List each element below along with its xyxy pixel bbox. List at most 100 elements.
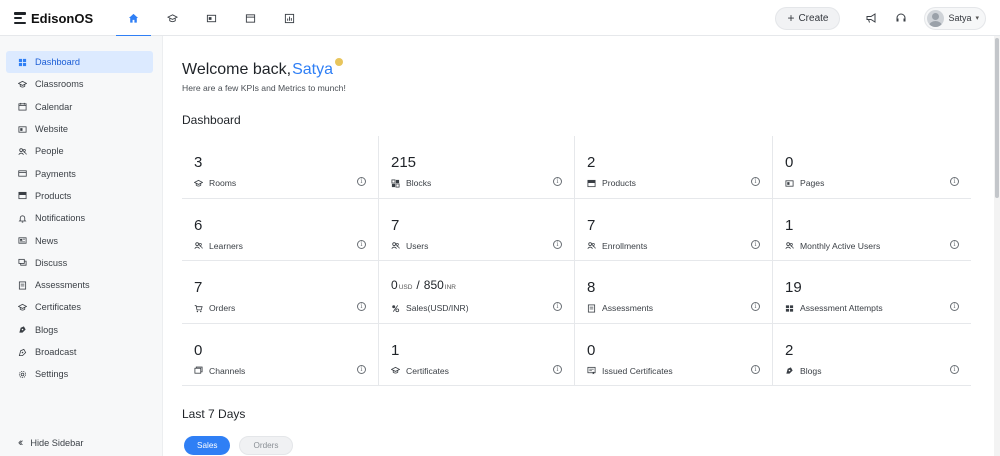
info-icon[interactable]: i — [553, 364, 562, 374]
dashboard-title: Dashboard — [182, 113, 241, 127]
kpi-card-monthly-active-users[interactable]: 1 Monthly Active Users i — [773, 199, 971, 261]
user-name: Satya — [948, 13, 972, 23]
sidebar-item-settings[interactable]: Settings — [6, 363, 153, 385]
nav-website[interactable] — [192, 0, 231, 36]
tab-orders[interactable]: Orders — [239, 436, 293, 455]
sidebar-item-news[interactable]: News — [6, 229, 153, 251]
kpi-value: 215 — [391, 154, 417, 171]
brand-logo[interactable]: EdisonOS — [14, 10, 93, 26]
kpi-value: 3 — [194, 154, 203, 171]
info-icon[interactable]: i — [751, 302, 760, 311]
kpi-card-channels[interactable]: 0 Channels i — [182, 323, 379, 386]
user-menu[interactable]: Satya ▾ — [924, 6, 986, 30]
sidebar-item-products[interactable]: Products — [6, 185, 153, 207]
sidebar-item-broadcast[interactable]: Broadcast — [6, 341, 153, 363]
sidebar-item-assessments[interactable]: Assessments — [6, 274, 153, 296]
info-icon[interactable]: i — [950, 239, 959, 249]
info-icon[interactable]: i — [357, 239, 366, 249]
info-icon[interactable]: i — [950, 364, 959, 374]
kpi-label: Learners — [194, 241, 243, 251]
nav-analytics[interactable] — [270, 0, 309, 36]
sidebar-item-label: Blogs — [35, 324, 58, 335]
people-icon — [391, 242, 400, 249]
sidebar-item-label: News — [35, 235, 58, 246]
sidebar-item-notifications[interactable]: Notifications — [6, 207, 153, 229]
kpi-card-orders[interactable]: 7 Orders i — [182, 261, 379, 324]
blogs-icon — [786, 367, 793, 374]
kpi-label: Certificates — [391, 366, 449, 376]
sidebar-item-website[interactable]: Website — [6, 118, 153, 140]
sidebar-item-classrooms[interactable]: Classrooms — [6, 73, 153, 95]
kpi-card-learners[interactable]: 6 Learners i — [182, 198, 379, 261]
kpi-card-products[interactable]: 2 Products i — [575, 136, 773, 199]
sidebar-item-label: Notifications — [35, 213, 86, 224]
scrollbar-thumb[interactable] — [995, 38, 999, 198]
sidebar-item-people[interactable]: People — [6, 140, 153, 162]
kpi-card-rooms[interactable]: 3 Rooms i — [182, 136, 379, 199]
info-icon[interactable]: i — [751, 364, 760, 374]
info-icon[interactable]: i — [950, 177, 959, 186]
welcome-subtitle: Here are a few KPIs and Metrics to munch… — [182, 83, 346, 93]
tab-sales[interactable]: Sales — [184, 436, 231, 455]
people-icon — [18, 148, 27, 155]
home-icon — [128, 13, 139, 23]
sidebar-item-payments[interactable]: Payments — [6, 162, 153, 184]
info-icon[interactable]: i — [751, 177, 760, 186]
news-icon — [18, 237, 27, 244]
sidebar-item-dashboard[interactable]: Dashboard — [6, 51, 153, 74]
kpi-label: Assessments — [587, 303, 653, 313]
bar-chart-icon — [284, 13, 295, 23]
sidebar-item-blogs[interactable]: Blogs — [6, 319, 153, 341]
kpi-card-users[interactable]: 7 Users i — [379, 198, 575, 261]
info-icon[interactable]: i — [357, 177, 366, 186]
sidebar-item-label: Broadcast — [35, 347, 77, 357]
kpi-card-assessments[interactable]: 8 Assessments i — [575, 261, 773, 324]
sidebar-item-discuss[interactable]: Discuss — [6, 252, 153, 274]
hide-sidebar-button[interactable]: ‹‹ Hide Sidebar — [18, 437, 83, 449]
info-icon[interactable]: i — [553, 239, 562, 249]
kpi-card-blogs[interactable]: 2 Blogs i — [773, 324, 971, 386]
sidebar-item-label: Dashboard — [35, 57, 80, 68]
nav-store[interactable] — [231, 0, 270, 36]
products-icon — [587, 179, 596, 187]
kpi-card-blocks[interactable]: 215 Blocks i — [379, 136, 575, 199]
kpi-card-pages[interactable]: 0 Pages i — [773, 136, 971, 199]
kpi-card-issued-certificates[interactable]: 0 Issued Certificates i — [575, 323, 773, 386]
hide-sidebar-label: Hide Sidebar — [30, 438, 84, 448]
certificate-icon — [18, 303, 27, 311]
info-icon[interactable]: i — [950, 302, 959, 311]
kpi-label: Rooms — [194, 178, 236, 188]
graduation-cap-icon — [194, 179, 203, 187]
blogs-icon — [19, 326, 26, 333]
assessments-icon — [587, 303, 596, 313]
kpi-card-sales-usd-inr[interactable]: 0USD/850INR Sales(USD/INR) i — [379, 261, 575, 324]
info-icon[interactable]: i — [553, 302, 562, 311]
kpi-label: Assessment Attempts — [785, 303, 883, 313]
kpi-label: Orders — [194, 303, 235, 313]
scrollbar[interactable] — [994, 36, 1000, 456]
support-button[interactable] — [886, 6, 916, 30]
sidebar-item-calendar[interactable]: Calendar — [6, 96, 153, 118]
website-icon — [18, 125, 27, 133]
kpi-label: Users — [391, 241, 428, 251]
kpi-label: Enrollments — [587, 241, 647, 251]
kpi-card-assessment-attempts[interactable]: 19 Assessment Attempts i — [773, 261, 971, 324]
kpi-card-certificates[interactable]: 1 Certificates i — [379, 323, 575, 386]
kpi-label: Monthly Active Users — [785, 241, 880, 251]
kpi-label: Products — [587, 178, 636, 188]
kpi-label: Sales(USD/INR) — [391, 303, 469, 313]
info-icon[interactable]: i — [357, 302, 366, 311]
nav-home[interactable] — [114, 0, 153, 37]
nav-classrooms[interactable] — [153, 0, 192, 36]
last-7-days-title: Last 7 Days — [182, 407, 246, 421]
info-icon[interactable]: i — [357, 364, 366, 374]
kpi-card-enrollments[interactable]: 7 Enrollments i — [575, 198, 773, 261]
double-chevron-left-icon: ‹‹ — [18, 437, 24, 449]
create-button[interactable]: + Create — [775, 6, 841, 30]
graduation-cap-icon — [18, 80, 27, 88]
broadcast-button[interactable] — [856, 6, 886, 30]
info-icon[interactable]: i — [751, 239, 760, 249]
people-icon — [194, 242, 203, 249]
sidebar-item-certificates[interactable]: Certificates — [6, 296, 153, 318]
info-icon[interactable]: i — [553, 177, 562, 186]
